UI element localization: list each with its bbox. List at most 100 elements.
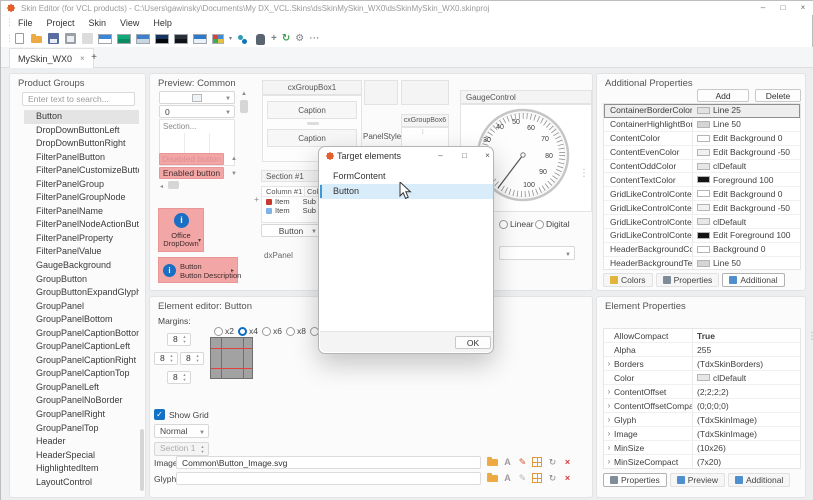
preview-grid-row[interactable]: Item Sub [262,206,326,215]
product-group-item[interactable]: GroupPanelBottom [24,313,139,327]
product-group-item[interactable]: GroupButton [24,273,139,287]
add-element-icon[interactable]: + [271,33,277,45]
browse-folder-icon[interactable] [486,472,499,484]
preview-scroll-thumb[interactable] [240,100,248,113]
skin-preset-dark[interactable] [174,34,188,44]
export-button[interactable] [64,33,76,45]
product-group-item[interactable]: GroupPanelLeft [24,381,139,395]
new-tab-button[interactable]: + [87,51,101,65]
refresh-icon[interactable]: ↻ [546,472,559,484]
menu-item[interactable]: Project [40,16,82,31]
property-value-cell[interactable]: clDefault [692,371,800,384]
product-group-item[interactable]: GroupButtonExpandGlyph [24,286,139,300]
new-skin-button[interactable] [13,33,25,45]
property-value-cell[interactable]: Background 0 [692,243,800,256]
document-tab[interactable]: MySkin_WX0 × [9,48,94,68]
grid-col1-header[interactable]: Column #1 [262,187,304,196]
image-combo[interactable]: ▼ [159,91,235,104]
palette-dropdown-icon[interactable]: ▾ [229,35,232,42]
product-group-item[interactable]: Button [24,110,139,124]
enabled-button-preview[interactable]: Enabled button [159,167,224,179]
dialog-minimize-icon[interactable]: – [432,149,449,163]
caption-bar-1[interactable]: Caption [267,101,357,119]
panel-tab[interactable]: Properties [603,473,667,487]
additional-property-row[interactable]: ContainerHighlightBorderColor Line 50 [604,118,800,132]
element-property-row[interactable]: › ContentOffsetCompact (0;0;0;0) [604,399,800,413]
product-group-item[interactable]: GroupPanelRight [24,408,139,422]
gauge-style-combo[interactable]: ▼ [499,246,575,260]
skin-preset-navy[interactable] [155,34,169,44]
margin-right-stepper[interactable]: 8 ▲▼ [180,352,204,365]
spin-down-icon[interactable]: ▼ [231,171,237,177]
skin-preset-blue[interactable] [193,34,207,44]
additional-property-row[interactable]: GridLikeControlContentOddColor clDefault [604,215,800,229]
menu-item[interactable]: Help [146,16,179,31]
refresh-icon[interactable]: ↻ [546,456,559,468]
scroll-left-icon[interactable]: ◂ [160,183,163,190]
zoom-radio[interactable]: x2 [214,326,234,336]
margin-left-stepper[interactable]: 8 ▲▼ [154,352,178,365]
panel-tab[interactable]: Additional [728,473,790,487]
tab-close-icon[interactable]: × [80,54,85,63]
splitter-grip-icon[interactable]: ⋮ [807,331,813,342]
product-group-item[interactable]: GaugeBackground [24,259,139,273]
additional-property-row[interactable]: GridLikeControlContentColor Edit Backgro… [604,187,800,201]
open-folder-button[interactable] [30,33,42,45]
skin-preset-blue-gray[interactable] [136,34,150,44]
button-description-tile[interactable]: i Button Button Description ▸ [158,257,238,283]
product-group-item[interactable]: GroupPanelNoBorder [24,394,139,408]
digital-radio[interactable]: Digital [535,219,570,229]
expander-icon[interactable]: › [604,401,614,410]
product-group-item[interactable]: HeaderSpecial [24,449,139,463]
property-value-cell[interactable]: Edit Background 0 [692,187,800,200]
additional-property-row[interactable]: ContentColor Edit Background 0 [604,132,800,146]
element-property-row[interactable]: › Image (TdxSkinImage) [604,427,800,441]
dialog-close-icon[interactable]: × [479,149,496,163]
property-value-cell[interactable]: Edit Background -50 [692,201,800,214]
margin-bottom-stepper[interactable]: 8 ▲▼ [167,371,191,384]
scrollbar-thumb[interactable] [140,429,144,491]
clear-x-icon[interactable]: × [561,472,574,484]
element-property-row[interactable]: › MinSize (10x26) [604,441,800,455]
menu-item[interactable]: File [11,16,40,31]
office-dropdown-tile[interactable]: i Office DropDown ▾ [158,208,204,252]
additional-property-row[interactable]: GridLikeControlContentTextColor Edit For… [604,229,800,243]
product-group-item[interactable]: GroupPanelTop [24,422,139,436]
product-group-item[interactable]: LayoutControl [24,476,139,490]
plus-icon[interactable]: + [254,194,259,204]
product-group-item[interactable]: HighlightedItem [24,462,139,476]
margin-top-stepper[interactable]: 8 ▲▼ [167,333,191,346]
property-value-cell[interactable]: Edit Foreground 100 [692,229,800,242]
additional-property-row[interactable]: ContainerBorderColor Line 25 [604,104,800,118]
property-value-cell[interactable]: (TdxSkinImage) [692,427,800,440]
menu-item[interactable]: Skin [82,16,114,31]
zoom-radio[interactable]: x6 [262,326,282,336]
product-group-item[interactable]: GroupPanelCaptionRight [24,354,139,368]
save-button[interactable] [47,33,59,45]
property-value-cell[interactable]: Line 25 [692,104,800,117]
refresh-icon[interactable]: ↻ [282,33,290,45]
dialog-maximize-icon[interactable]: □ [456,149,473,163]
hand-tool-icon[interactable] [254,33,266,45]
search-input[interactable] [22,92,135,106]
product-group-item[interactable]: FilterPanelButton [24,151,139,165]
close-icon[interactable]: × [794,1,812,14]
property-value-cell[interactable]: Foreground 100 [692,173,800,186]
property-value-cell[interactable]: clDefault [692,215,800,228]
property-value-cell[interactable]: (TdxSkinImage) [692,413,800,426]
product-group-item[interactable]: GroupPanelCaptionBottom [24,327,139,341]
product-group-item[interactable]: DropDownButtonRight [24,137,139,151]
product-group-item[interactable]: GroupPanelCaptionTop [24,367,139,381]
property-value-cell[interactable]: Edit Background 0 [692,132,800,145]
linear-radio[interactable]: Linear [499,219,534,229]
panel-tab[interactable]: Additional [722,273,784,287]
zoom-radio[interactable]: x8 [286,326,306,336]
additional-property-row[interactable]: HeaderBackgroundColor Background 0 [604,243,800,257]
splitter-grip[interactable] [307,122,319,125]
product-group-item[interactable]: FilterPanelName [24,205,139,219]
expander-icon[interactable]: › [604,387,614,396]
product-group-item[interactable]: FilterPanelNodeActionButton [24,218,139,232]
property-value-cell[interactable]: (2;2;2;2) [692,385,800,398]
panel-tab[interactable]: Colors [603,273,653,287]
grid-edit-icon[interactable] [532,457,542,467]
